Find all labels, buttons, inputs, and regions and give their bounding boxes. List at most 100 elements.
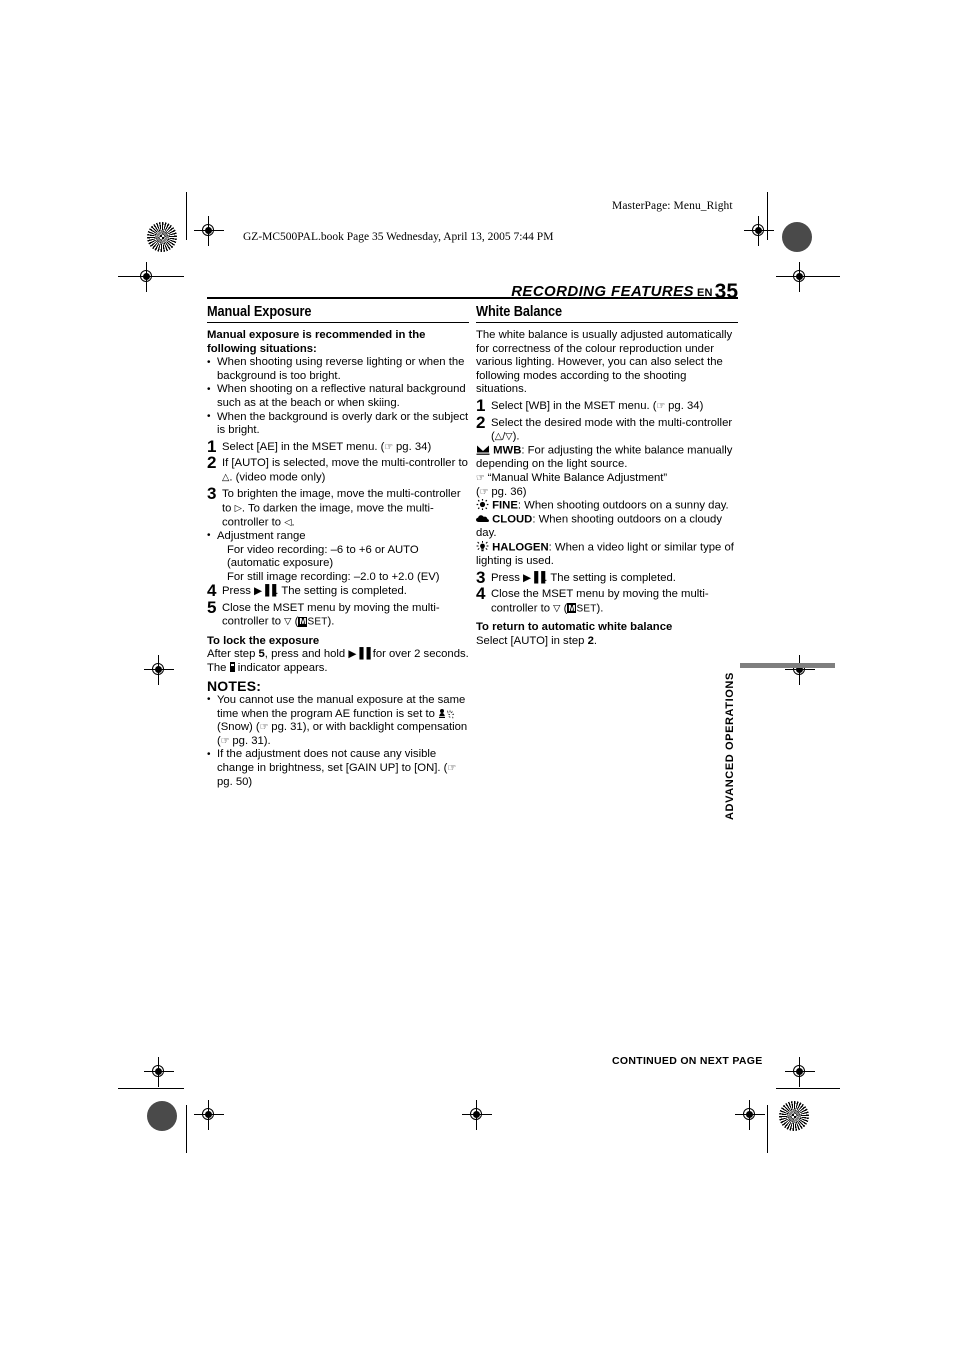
mset-label: SET [307,616,328,628]
snow-mode-icon [438,708,455,719]
mode-label: CLOUD [492,513,533,526]
lock-exposure-text: After step 5, press and hold ▶▐▐ for ove… [207,648,469,675]
manual-exposure-bullet-list: When shooting using reverse lighting or … [207,356,469,438]
adjustment-range-list: Adjustment range For video recording: –6… [207,529,469,584]
list-item: When shooting on a reflective natural ba… [207,383,469,410]
crop-line-top-left-v [186,192,187,240]
list-item: When the background is overly dark or th… [207,410,469,438]
step-text: Press [222,585,255,598]
step-text-mid: . To darken the image, move the multi-co… [222,502,434,529]
mode-halogen: HALOGEN: When a video light or similar t… [476,541,738,569]
triangle-up-down-icon: △/▽ [494,431,513,443]
step-text-tail: ). [596,602,604,615]
step-text-mid: ( [560,602,568,615]
lock-text-a: After step [207,648,259,661]
section-tab-bar [740,663,835,668]
step-text: Select [AE] in the MSET menu. ( [222,440,385,453]
mode-label: FINE [492,499,518,512]
pointer-icon: ☞ [384,441,393,453]
crop-line-top-right-v [767,192,768,240]
crop-line-top-left-h [118,276,184,277]
mode-mwb: MWB: For adjusting the white balance man… [476,444,738,472]
mwb-reference: ☞ “Manual White Balance Adjustment” [476,472,738,486]
play-pause-icon: ▶▐▐ [348,648,370,661]
registration-mark-bottom-center [462,1100,492,1130]
lock-exposure-heading: To lock the exposure [207,634,320,647]
density-patch-top-left [147,222,177,252]
step-text-tail: . (video mode only) [229,471,326,484]
mode-text: : When shooting outdoors on a sunny day. [517,499,729,512]
section-rule-left [207,321,469,324]
mode-label: MWB [493,444,522,457]
lock-text-b: , press and hold [264,648,349,661]
step-2-left: 2 If [AUTO] is selected, move the multi-c… [207,453,469,485]
triangle-right-icon: ▷ [234,502,242,514]
step-number: 1 [207,436,217,456]
mwb-ref-page: pg. 36) [488,485,527,498]
play-pause-icon: ▶▐▐ [254,585,276,598]
note-text-a: You cannot use the manual exposure at th… [217,693,466,720]
registration-mark-bottom-right [735,1100,765,1130]
step-number: 2 [207,453,217,473]
step-1-right: 1 Select [WB] in the MSET menu. (☞ pg. 34… [476,397,738,414]
step-text: Select [WB] in the MSET menu. ( [491,400,657,413]
adjustment-range-label: Adjustment range [217,529,306,542]
crop-line-top-right-h [776,276,840,277]
pointer-icon: ☞ [656,401,666,413]
book-slug-line: GZ-MC500PAL.book Page 35 Wednesday, Apri… [243,231,554,243]
mode-fine: FINE: When shooting outdoors on a sunny … [476,499,738,513]
mode-cloud: CLOUD: When shooting outdoors on a cloud… [476,513,738,541]
pointer-icon: ☞ [220,735,230,747]
step-text-tail: pg. 34) [392,440,432,453]
section-title-white-balance: White Balance [476,304,563,320]
section-title-manual-exposure: Manual Exposure [207,304,312,320]
crop-line-bottom-right-h [776,1088,840,1089]
fine-icon [476,499,489,511]
mode-label: HALOGEN [492,541,549,554]
step-3-right: 3 Press ▶▐▐. The setting is completed. [476,567,738,587]
density-patch-top-right [782,222,812,252]
auto-white-balance-text: Select [AUTO] in step 2. [476,635,738,649]
note-text-d: pg. 31). [229,734,271,747]
right-column: White Balance The white balance is usual… [476,304,738,649]
step-text-tail: . [291,516,295,529]
note-text-b: pg. 50) [217,775,253,788]
section-tab-label: ADVANCED OPERATIONS [724,672,736,820]
auto-white-balance-heading: To return to automatic white balance [476,620,673,633]
step-text-tail: . The setting is completed. [544,571,676,584]
registration-mark-right-lower [785,1057,815,1087]
registration-mark-left-upper [132,262,162,292]
list-item: You cannot use the manual exposure at th… [207,693,469,748]
adjustment-range-still: For still image recording: –2.0 to +2.0 … [227,570,440,583]
step-number: 3 [476,567,486,587]
crop-line-bottom-left-v [186,1105,187,1153]
notes-list: You cannot use the manual exposure at th… [207,693,469,789]
white-balance-intro: The white balance is usually adjusted au… [476,329,733,396]
masterpage-note: MasterPage: Menu_Right [612,200,733,212]
step-number: 4 [476,584,486,604]
pointer-icon: ☞ [476,473,485,485]
list-item: When shooting using reverse lighting or … [207,356,469,383]
list-item: If the adjustment does not cause any vis… [207,748,469,789]
step-text-tail: ). [327,615,335,628]
step-4-left: 4 Press ▶▐▐. The setting is completed. [207,582,469,599]
step-text-tail: pg. 34) [665,400,704,413]
list-item: Adjustment range For video recording: –6… [207,529,469,584]
note-text-b: (Snow) ( [217,721,260,734]
pointer-icon: ☞ [479,486,489,498]
registration-mark-right-middle [785,655,815,685]
note-text-a: If the adjustment does not cause any vis… [217,748,448,774]
auto-text-a: Select [AUTO] in step [476,634,588,647]
section-rule-right [476,321,738,324]
running-head: RECORDING FEATURES EN35 [400,280,738,304]
mwb-reference-page: (☞ pg. 36) [476,486,738,500]
step-text-tail: ). [512,430,520,443]
registration-mark-top-left [194,216,224,246]
step-2-right: 2 Select the desired mode with the multi-… [476,414,738,445]
adjustment-range-video: For video recording: –6 to +6 or AUTO (a… [227,543,419,570]
step-text: Select the desired mode with the multi-c… [491,416,733,443]
step-text: If [AUTO] is selected, move the multi-co… [222,457,468,470]
crop-line-bottom-left-h [118,1088,184,1089]
notes-heading: NOTES: [207,678,262,695]
pointer-icon: ☞ [259,722,269,734]
